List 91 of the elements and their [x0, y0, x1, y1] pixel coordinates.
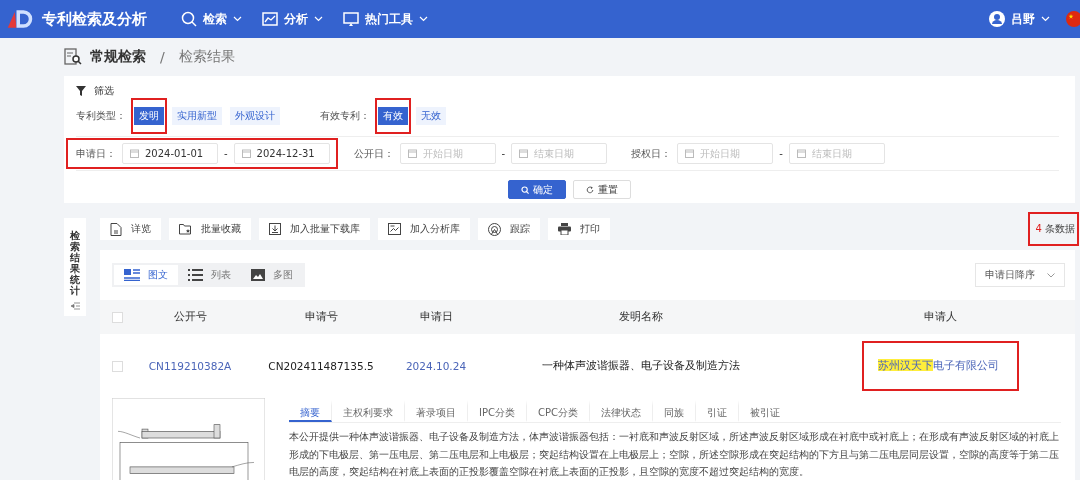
- user-menu[interactable]: 吕野: [989, 10, 1050, 28]
- chevron-icon: [314, 16, 323, 22]
- detail-tab[interactable]: 同族: [652, 400, 696, 422]
- image-icon: [251, 269, 265, 281]
- date-field[interactable]: 2024-12-31: [233, 143, 330, 164]
- folder-star-icon: [179, 223, 192, 235]
- checkbox[interactable]: [111, 311, 123, 323]
- toolbar-button[interactable]: 加入批量下载库: [259, 218, 370, 240]
- breadcrumb-link[interactable]: 常规检索: [90, 48, 146, 66]
- chart-icon: [262, 11, 278, 27]
- chevron-icon: [1041, 16, 1050, 22]
- detail-tab[interactable]: CPC分类: [526, 400, 590, 422]
- filter-tag[interactable]: 外观设计: [230, 107, 280, 125]
- table-cell: CN202411487135.5: [268, 360, 374, 372]
- abstract-text: 本公开提供一种体声波谐振器、电子设备及制造方法，体声波谐振器包括：一衬底和声波反射区域，所述声波反射区域形成在衬底中或衬底上；在形成有声波反射区域的衬底上形成的下电极层、第一压电层、第二压电层和上电极层；突起结构设置在上电极层上；空隙，所述空隙形成在突起结构的下方且与第二压电层同层设置，空隙的高度等于第二压电层的高度，突起结构在衬底上表面的正投影覆盖空隙在衬底上表面的正投影，且空隙的宽度不超过突起结构的宽度。: [289, 430, 1060, 479]
- calendar-icon: [519, 149, 529, 158]
- applicant-link[interactable]: 苏州汉天下电子有限公司: [878, 359, 999, 373]
- detail-tab[interactable]: 被引证: [738, 400, 791, 422]
- calendar-icon: [241, 149, 251, 158]
- filter-tag[interactable]: 无效: [416, 107, 446, 125]
- printer-icon: [558, 223, 571, 235]
- flag-icon[interactable]: [1066, 11, 1080, 27]
- search-icon: [521, 185, 529, 194]
- toolbar-button[interactable]: 批量收藏: [169, 218, 251, 240]
- nav-menu[interactable]: 热门工具: [343, 10, 428, 28]
- column-header: 公开号: [173, 310, 207, 324]
- detail-tab[interactable]: 引证: [695, 400, 739, 422]
- filter-tag[interactable]: 实用新型: [172, 107, 222, 125]
- range-dash: -: [224, 148, 228, 159]
- detail-tab[interactable]: IPC分类: [468, 400, 527, 422]
- checkbox[interactable]: [111, 360, 123, 372]
- download-icon: [269, 223, 281, 235]
- range-dash: -: [501, 148, 506, 159]
- filter-label: 有效专利：: [320, 109, 370, 123]
- breadcrumb-current: 检索结果: [178, 48, 235, 66]
- refresh-icon: [586, 185, 594, 194]
- filter-tag[interactable]: 有效: [378, 107, 408, 125]
- filter-icon: [76, 86, 86, 96]
- table-cell: 2024.10.24: [405, 360, 467, 372]
- sort-select[interactable]: 申请日降序: [975, 263, 1065, 287]
- calendar-icon: [130, 149, 139, 158]
- column-header: 申请日: [419, 310, 453, 324]
- column-header: 申请人: [924, 310, 957, 324]
- toolbar-button[interactable]: 详览: [100, 218, 161, 240]
- radar-icon: [488, 222, 501, 236]
- detail-tab[interactable]: 法律状态: [589, 400, 653, 422]
- list-icon: [188, 269, 203, 281]
- calendar-icon: [407, 149, 417, 158]
- filter-title: 筛选: [94, 84, 114, 98]
- search-icon: [181, 11, 197, 27]
- date-label: 申请日：: [76, 146, 116, 161]
- detail-tab[interactable]: 主权利要求: [332, 400, 405, 422]
- toolbar-button[interactable]: 加入分析库: [378, 218, 470, 240]
- view-tab[interactable]: 多图: [241, 265, 303, 285]
- breadcrumb-separator: /: [160, 49, 165, 65]
- card-view-icon: [124, 269, 140, 281]
- toolbar-button[interactable]: 跟踪: [478, 218, 540, 240]
- detail-tab[interactable]: 摘要: [289, 400, 332, 422]
- date-field[interactable]: 2024-01-01: [122, 143, 218, 164]
- chevron-icon: [1047, 272, 1055, 278]
- nav-menu[interactable]: 分析: [262, 10, 323, 28]
- column-header: 申请号: [304, 310, 338, 324]
- calendar-icon: [796, 149, 806, 158]
- date-label: 公开日：: [353, 146, 394, 161]
- chevron-icon: [419, 16, 428, 22]
- result-count: 4 条数据: [1035, 222, 1075, 236]
- publication-number-link[interactable]: CN119210382A: [148, 360, 232, 372]
- avatar-icon: [989, 11, 1005, 27]
- column-header: 发明名称: [619, 310, 663, 324]
- app-title: 专利检索及分析: [42, 9, 147, 29]
- calendar-icon: [685, 149, 695, 158]
- chart-icon: [388, 223, 401, 235]
- range-dash: -: [779, 148, 783, 159]
- filter-label: 专利类型：: [76, 109, 126, 123]
- nav-menu[interactable]: 检索: [181, 10, 242, 28]
- toolbar-button[interactable]: 打印: [548, 218, 610, 240]
- date-label: 授权日：: [631, 146, 672, 161]
- view-tab[interactable]: 图文: [114, 265, 178, 285]
- table-cell: 一种体声波谐振器、电子设备及制造方法: [542, 359, 740, 373]
- monitor-icon: [343, 11, 359, 27]
- document-icon: [110, 222, 122, 236]
- confirm-button[interactable]: 确定: [508, 180, 566, 199]
- view-tab[interactable]: 列表: [178, 265, 241, 285]
- filter-tag[interactable]: 发明: [134, 107, 164, 125]
- detail-tab[interactable]: 著录项目: [405, 400, 468, 422]
- reset-button[interactable]: 重置: [573, 180, 631, 199]
- chevron-icon: [233, 16, 242, 22]
- logo-icon: [6, 8, 34, 30]
- collapse-icon: [70, 302, 80, 310]
- statistics-tab[interactable]: 检索结果统计: [64, 218, 86, 316]
- search-document-icon: [64, 48, 82, 66]
